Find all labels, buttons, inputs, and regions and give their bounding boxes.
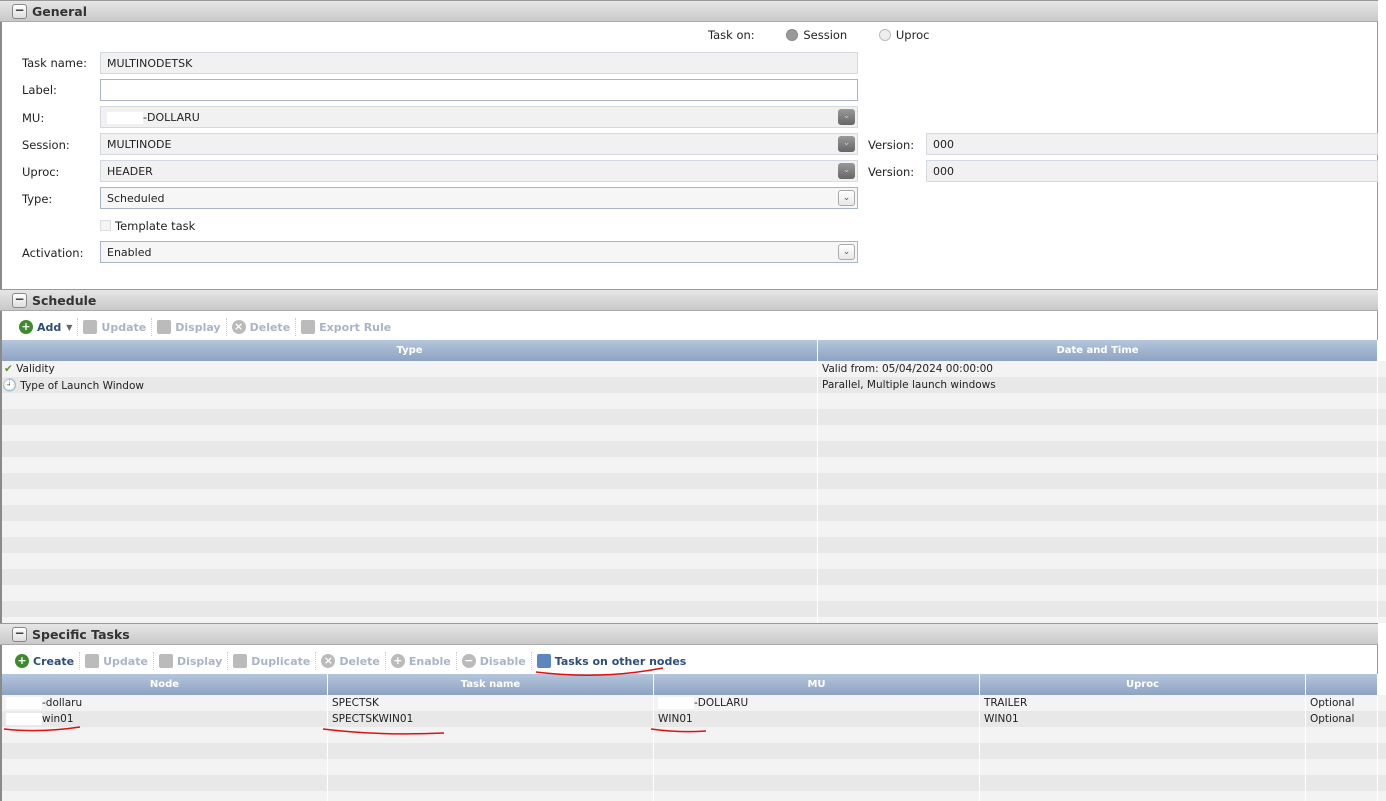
annotation-underline <box>650 728 707 733</box>
red-annotation-marks <box>3 667 707 735</box>
annotation-underline <box>322 728 445 735</box>
annotation-underline <box>3 726 81 732</box>
annotation-underline <box>535 667 664 676</box>
